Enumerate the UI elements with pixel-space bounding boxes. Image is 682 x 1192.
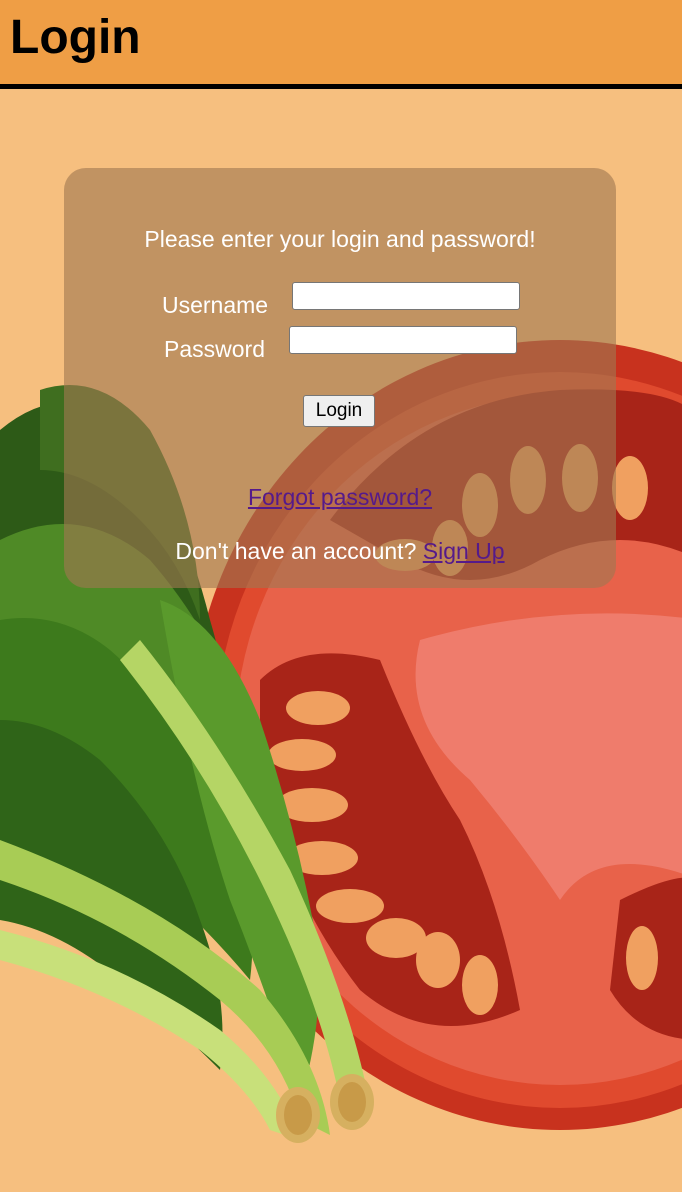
signup-row: Don't have an account? Sign Up [64, 538, 616, 565]
signup-link[interactable]: Sign Up [423, 538, 505, 564]
password-label: Password [164, 336, 265, 362]
signup-text: Don't have an account? [175, 538, 417, 564]
login-panel: Please enter your login and password! Us… [64, 168, 616, 588]
forgot-password-link[interactable]: Forgot password? [248, 484, 432, 510]
login-prompt: Please enter your login and password! [144, 226, 536, 252]
password-input[interactable] [289, 326, 517, 354]
login-button[interactable]: Login [303, 395, 375, 427]
username-label: Username [162, 292, 269, 318]
username-input[interactable] [292, 282, 520, 310]
forgot-password-row: Forgot password? [64, 484, 616, 511]
